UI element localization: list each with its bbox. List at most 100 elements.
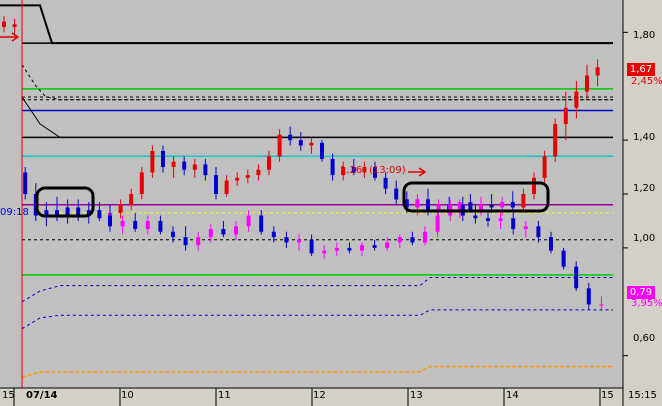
x-tick-label: 07/14 (26, 390, 58, 401)
candle-body (235, 177, 240, 181)
annotation-time: (13:09) (369, 165, 406, 176)
candle-body (436, 204, 441, 211)
candle-body (192, 164, 197, 170)
candle-body (118, 204, 123, 213)
annotation-price: 1,26 (340, 165, 363, 176)
candle-body (330, 158, 335, 176)
candle-body (542, 156, 547, 178)
last-price-percent: 2,45% (631, 76, 662, 87)
candle-body (2, 21, 6, 27)
y-tick-label: 1,20 (633, 183, 656, 194)
candle-body (500, 202, 505, 208)
candle-body (468, 202, 473, 211)
candle-body (309, 142, 314, 146)
candle-body (129, 194, 134, 205)
x-tick-label: 11 (218, 390, 231, 401)
candle-body (161, 150, 165, 168)
candle-body (246, 215, 251, 227)
candle-body (397, 237, 402, 243)
y-tick-label: 1,40 (633, 132, 656, 143)
candle-body (415, 199, 420, 208)
y-tick-label: 0,60 (633, 333, 656, 344)
candle-body (234, 226, 238, 235)
candle-body (182, 161, 187, 170)
candle-body (586, 288, 591, 305)
candle-body (267, 156, 271, 170)
candle-body (585, 75, 589, 92)
candle-body (362, 167, 367, 173)
candle-body (196, 237, 201, 246)
candle-body (12, 24, 17, 27)
candle-body (97, 210, 102, 219)
candle-body (563, 107, 568, 124)
candle-body (65, 207, 70, 216)
candle-body (574, 91, 579, 108)
candle-body (489, 204, 494, 208)
candle-body (145, 220, 150, 230)
candle-body (76, 207, 81, 216)
y-tick-label: 1,00 (633, 233, 656, 244)
candle-body (372, 245, 377, 248)
candle-body (561, 250, 566, 267)
candle-body (536, 226, 541, 238)
candle-body (549, 237, 553, 251)
x-tick-label: 15 (2, 390, 15, 401)
x-tick-label: 14 (506, 390, 519, 401)
x-tick-label: 10 (121, 390, 134, 401)
price-chart[interactable] (0, 0, 662, 406)
candle-body (297, 239, 301, 243)
candle-body (498, 218, 503, 221)
candle-body (385, 242, 390, 248)
time-label: 09:18 (0, 207, 29, 218)
candle-body (486, 218, 490, 221)
price-axis-panel (623, 0, 662, 406)
candle-body (523, 226, 528, 230)
candle-body (108, 215, 112, 227)
candle-body (553, 123, 558, 157)
candle-body (479, 204, 483, 211)
candle-body (298, 140, 303, 146)
candle-body (150, 150, 155, 173)
candle-body (245, 175, 250, 178)
candle-body (521, 194, 526, 208)
candle-body (208, 229, 213, 238)
candle-body (426, 199, 430, 211)
candle-body (347, 247, 352, 251)
candle-body (271, 231, 276, 238)
candle-body (221, 229, 226, 235)
candle-body (277, 134, 282, 157)
candle-body (203, 164, 208, 176)
candle-body (360, 245, 364, 251)
candle-body (599, 304, 604, 306)
candle-body (158, 220, 163, 232)
candle-body (394, 188, 399, 200)
candle-body (435, 215, 440, 232)
chart-window: 1,80 1,40 1,20 1,00 0,60 15 07/14 10 11 … (0, 0, 662, 406)
candle-body (383, 177, 388, 189)
low-price-percent: 3,95% (631, 298, 662, 309)
candle-body (284, 237, 289, 243)
candle-body (574, 266, 579, 289)
candle-body (309, 239, 314, 254)
candle-body (133, 220, 138, 230)
candle-body (256, 169, 261, 176)
candle-body (288, 134, 293, 141)
candle-body (532, 177, 536, 194)
candle-body (510, 202, 515, 208)
candle-body (259, 215, 264, 232)
candle-body (183, 237, 188, 246)
candle-body (139, 172, 144, 194)
x-tick-label: 12 (313, 390, 326, 401)
x-tick-label: 13 (410, 390, 423, 401)
last-price-badge: 1,67 (627, 63, 655, 76)
candle-body (23, 172, 28, 194)
candle-body (224, 180, 229, 194)
candle-body (320, 142, 324, 159)
candle-body (423, 231, 427, 243)
candle-body (473, 215, 478, 219)
candle-body (171, 161, 176, 168)
candle-body (410, 237, 415, 243)
candle-body (322, 250, 327, 254)
y-tick-label: 1,80 (633, 30, 656, 41)
candle-body (120, 220, 125, 227)
